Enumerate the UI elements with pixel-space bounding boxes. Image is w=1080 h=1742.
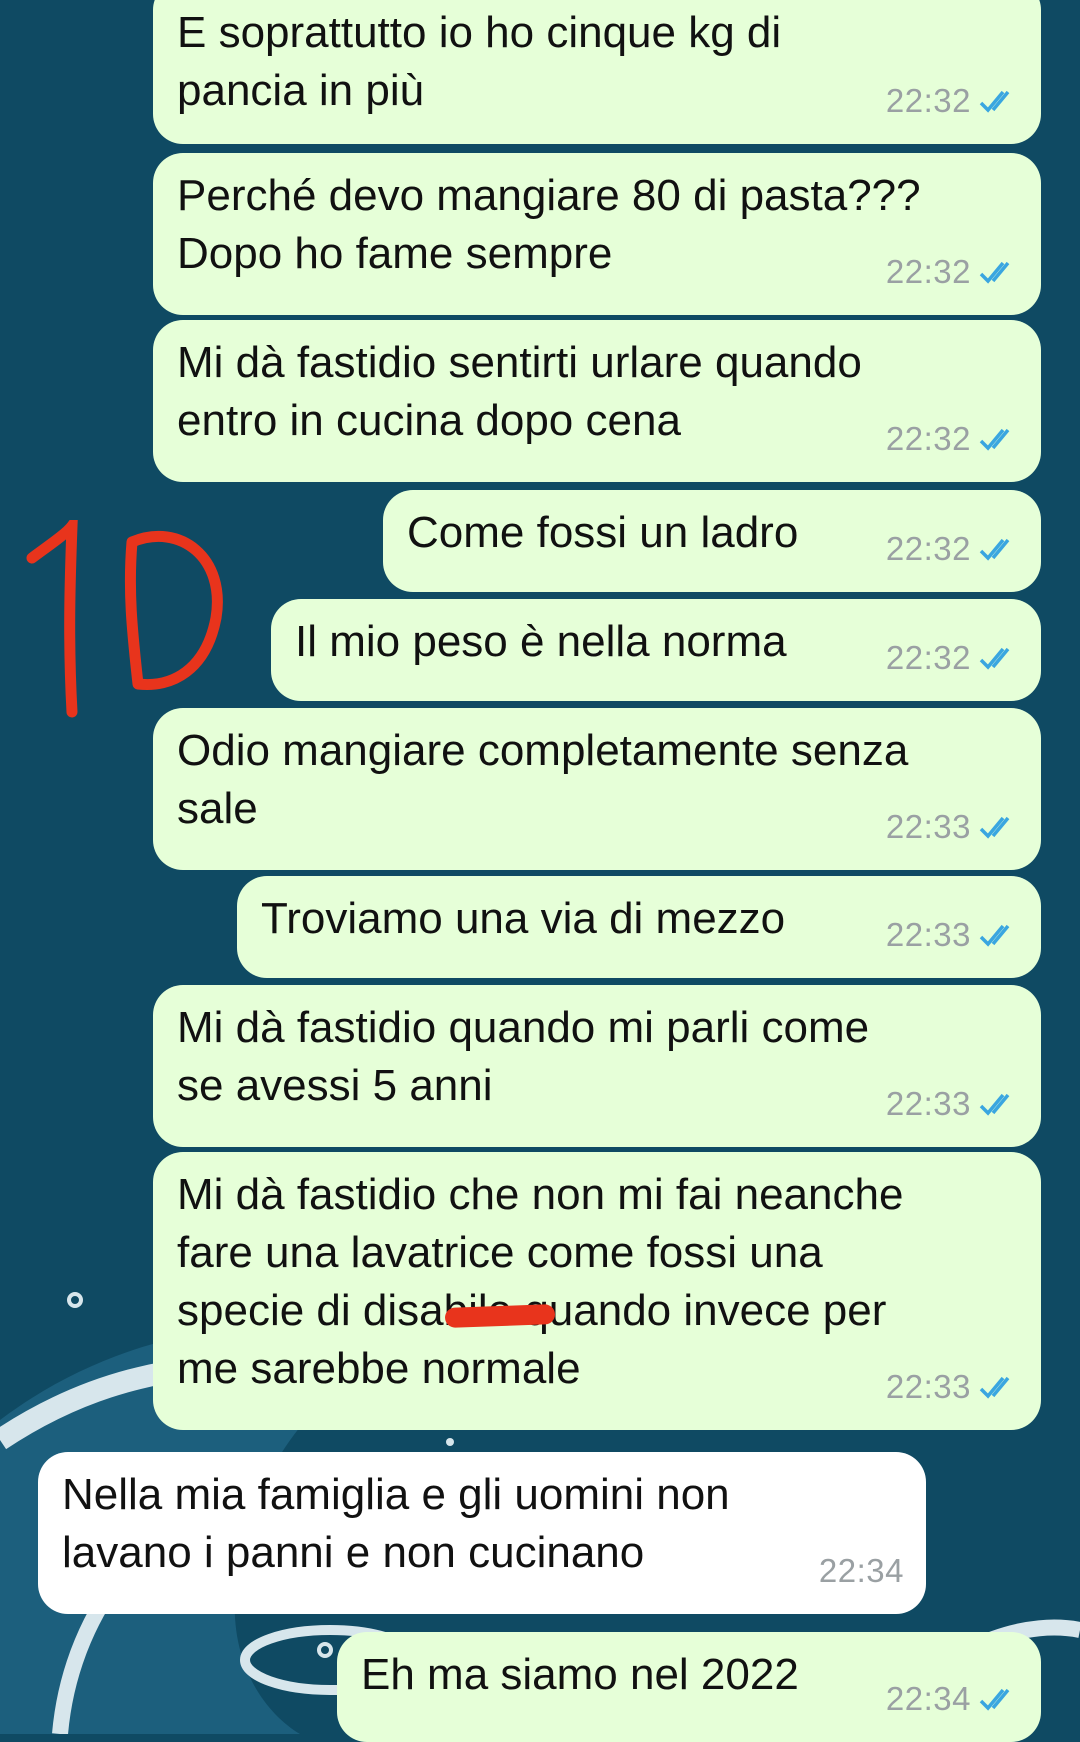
double-check-icon xyxy=(979,1376,1010,1399)
message-time: 22:32 xyxy=(885,420,971,457)
red-handwritten-annotation xyxy=(26,520,223,718)
message-bubble-outgoing[interactable]: Troviamo una via di mezzo 22:33 xyxy=(237,876,1041,978)
message-time: 22:32 xyxy=(885,253,971,290)
message-time: 22:33 xyxy=(885,808,971,845)
message-time: 22:32 xyxy=(885,639,971,676)
message-time: 22:32 xyxy=(885,530,971,567)
message-meta: 22:34 xyxy=(886,1670,1019,1728)
message-bubble-outgoing[interactable]: Mi dà fastidio quando mi parli come se a… xyxy=(153,985,1041,1147)
message-meta: 22:32 xyxy=(886,410,1019,468)
double-check-icon xyxy=(979,816,1010,839)
message-time: 22:32 xyxy=(885,82,971,119)
message-meta: 22:32 xyxy=(886,629,1019,687)
message-meta: 22:33 xyxy=(886,1075,1019,1133)
message-time: 22:33 xyxy=(885,1085,971,1122)
message-meta: 22:33 xyxy=(886,906,1019,964)
message-text: Nella mia famiglia e gli uomini non lava… xyxy=(62,1470,730,1577)
message-bubble-outgoing[interactable]: Perché devo mangiare 80 di pasta??? Dopo… xyxy=(153,153,1041,315)
message-time: 22:34 xyxy=(885,1680,971,1717)
double-check-icon xyxy=(979,261,1010,284)
message-meta: 22:33 xyxy=(886,798,1019,856)
message-bubble-outgoing[interactable]: E soprattutto io ho cinque kg di pancia … xyxy=(153,0,1041,144)
message-bubble-outgoing[interactable]: Eh ma siamo nel 2022 22:34 xyxy=(337,1632,1041,1742)
message-time: 22:33 xyxy=(885,1368,971,1405)
message-meta: 22:32 xyxy=(886,520,1019,578)
double-check-icon xyxy=(979,1688,1010,1711)
double-check-icon xyxy=(979,924,1010,947)
message-bubble-outgoing[interactable]: Mi dà fastidio sentirti urlare quando en… xyxy=(153,320,1041,482)
double-check-icon xyxy=(979,428,1010,451)
message-meta: 22:34 xyxy=(819,1542,904,1600)
message-bubble-outgoing[interactable]: Come fossi un ladro 22:32 xyxy=(383,490,1041,592)
message-bubble-outgoing[interactable]: Odio mangiare completamente senza sale 2… xyxy=(153,708,1041,870)
double-check-icon xyxy=(979,90,1010,113)
redaction-mark xyxy=(444,1304,556,1328)
message-meta: 22:32 xyxy=(886,72,1019,130)
double-check-icon xyxy=(979,538,1010,561)
message-bubble-incoming[interactable]: Nella mia famiglia e gli uomini non lava… xyxy=(38,1452,926,1614)
message-time: 22:34 xyxy=(818,1552,904,1589)
message-time: 22:33 xyxy=(885,916,971,953)
message-meta: 22:33 xyxy=(886,1358,1019,1416)
double-check-icon xyxy=(979,647,1010,670)
double-check-icon xyxy=(979,1093,1010,1116)
message-meta: 22:32 xyxy=(886,243,1019,301)
message-bubble-outgoing[interactable]: Mi dà fastidio che non mi fai neanche fa… xyxy=(153,1152,1041,1430)
message-bubble-outgoing[interactable]: Il mio peso è nella norma 22:32 xyxy=(271,599,1041,701)
